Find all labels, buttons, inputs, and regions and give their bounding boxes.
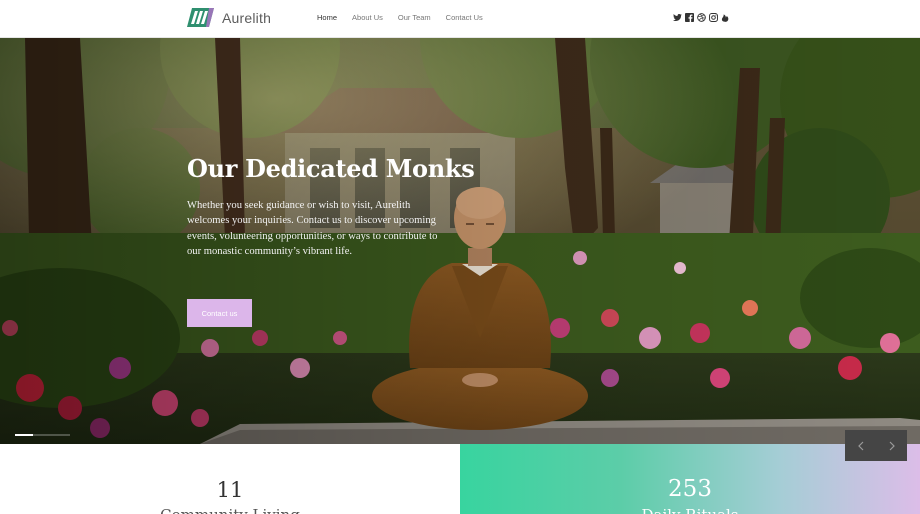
hero-background-image: [0, 38, 920, 444]
stat-label: Community Living: [0, 506, 460, 514]
hero-slider: Our Dedicated Monks Whether you seek gui…: [0, 38, 920, 444]
chevron-left-icon: [857, 441, 863, 450]
stat-label: Daily Rituals: [460, 506, 920, 514]
stat-community-living: 11 Community Living: [0, 444, 460, 514]
navbar: Aurelith Home About Us Our Team Contact …: [0, 0, 920, 38]
brand-name: Aurelith: [222, 9, 272, 26]
instagram-icon[interactable]: [709, 13, 718, 22]
twitter-icon[interactable]: [673, 13, 682, 22]
behance-icon[interactable]: [721, 13, 730, 22]
brand-logo[interactable]: Aurelith: [187, 8, 271, 27]
nav-about-us[interactable]: About Us: [352, 13, 383, 22]
chevron-right-icon: [889, 441, 895, 450]
hero-title: Our Dedicated Monks: [187, 154, 475, 183]
slide-progress-active: [15, 434, 33, 436]
hero-description: Whether you seek guidance or wish to vis…: [187, 200, 438, 258]
stat-number: 253: [668, 476, 712, 502]
social-links: [673, 13, 733, 22]
stats-section: 11 Community Living 253 Daily Rituals: [0, 444, 920, 514]
dribbble-icon[interactable]: [697, 13, 706, 22]
slider-next-button[interactable]: [876, 430, 907, 461]
contact-us-button[interactable]: Contact us: [187, 299, 252, 327]
slider-controls: [845, 430, 907, 461]
logo-mark-icon: [187, 8, 214, 27]
nav-home[interactable]: Home: [317, 13, 337, 22]
nav-our-team[interactable]: Our Team: [398, 13, 431, 22]
slider-prev-button[interactable]: [845, 430, 876, 461]
nav-contact-us[interactable]: Contact Us: [446, 13, 483, 22]
main-nav: Home About Us Our Team Contact Us: [317, 13, 498, 22]
stat-number: 11: [216, 478, 244, 502]
facebook-icon[interactable]: [685, 13, 694, 22]
